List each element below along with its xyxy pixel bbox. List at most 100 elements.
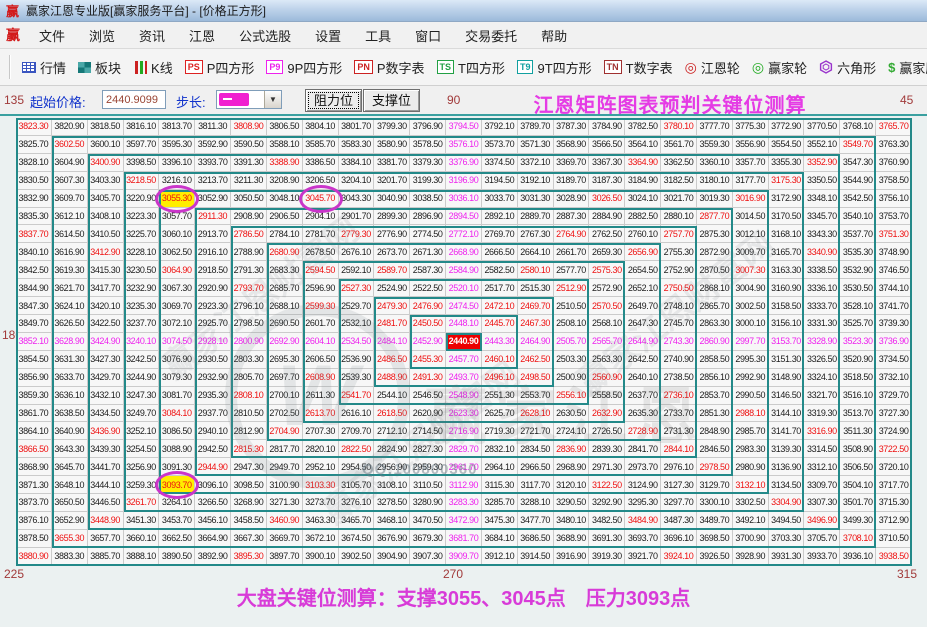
- toolbar-item-板块[interactable]: 板块: [72, 55, 127, 80]
- grid-cell: 2707.30: [302, 422, 339, 441]
- grid-cell: 3144.10: [768, 404, 805, 423]
- grid-cell: 2488.90: [374, 368, 411, 387]
- grid-cell: 2527.30: [338, 279, 375, 298]
- grid-cell: 3628.90: [51, 332, 88, 351]
- grid-cell: 2728.90: [625, 422, 662, 441]
- grid-cell: 3120.10: [553, 476, 590, 495]
- grid-cell: 3808.90: [231, 118, 267, 136]
- grid-cell: 2880.10: [661, 207, 697, 226]
- chevron-down-icon[interactable]: ▼: [264, 91, 281, 108]
- toolbar-item-K线[interactable]: K线: [127, 55, 179, 80]
- toolbar-item-P数字表[interactable]: PN P数字表: [348, 55, 430, 80]
- grid-cell: 3897.70: [266, 547, 303, 566]
- menu-item-浏览[interactable]: 浏览: [77, 23, 127, 48]
- grid-cell: 2546.50: [410, 386, 447, 405]
- grid-cell: 2594.50: [302, 261, 339, 280]
- grid-cell: 2872.90: [696, 243, 733, 262]
- grid-cell: 3391.30: [231, 153, 267, 172]
- grid-cell: 3165.70: [768, 243, 805, 262]
- toolbar-item-P四方形[interactable]: PS P四方形: [179, 55, 261, 80]
- grid-cell: 3199.30: [410, 171, 447, 190]
- grid-cell: 2469.70: [517, 297, 554, 315]
- toolbar-item-赢家轮[interactable]: ◎ 赢家轮: [746, 55, 813, 80]
- grid-cell: 3208.90: [266, 171, 303, 190]
- toolbar-item-label: 江恩轮: [700, 60, 740, 76]
- grid-cell: 3019.30: [696, 189, 733, 208]
- grid-cell: 3357.70: [732, 153, 769, 172]
- menu-item-设置[interactable]: 设置: [303, 23, 353, 48]
- grid-cell: 3792.10: [481, 118, 518, 136]
- grid-cell: 3768.10: [840, 118, 877, 136]
- grid-cell: 3583.30: [338, 135, 375, 154]
- grid-cell: 3196.90: [446, 171, 482, 190]
- start-price-input[interactable]: [102, 90, 166, 109]
- grid-cell: 3446.50: [87, 494, 124, 512]
- menu-item-交易委托[interactable]: 交易委托: [453, 23, 529, 48]
- grid-cell: 3655.30: [51, 529, 88, 548]
- grid-cell: 3751.30: [876, 225, 912, 244]
- title-bar: 赢 赢家江恩专业版[赢家服务平台] - [价格正方形]: [0, 0, 927, 22]
- grid-cell: 2623.30: [446, 404, 482, 423]
- grid-cell: 3607.30: [51, 171, 88, 190]
- grid-cell: 2764.90: [553, 225, 590, 244]
- menu-item-资讯[interactable]: 资讯: [127, 23, 177, 48]
- badge-icon: T9: [516, 60, 534, 74]
- angle-label-135: 135: [4, 93, 25, 107]
- menu-item-公式选股[interactable]: 公式选股: [227, 23, 303, 48]
- grid-cell: 3184.90: [625, 171, 662, 190]
- menu-item-江恩[interactable]: 江恩: [177, 23, 227, 48]
- toolbar-item-T四方形[interactable]: TS T四方形: [431, 55, 511, 80]
- grid-cell: 3888.10: [123, 547, 160, 566]
- grid-cell: 2637.70: [625, 386, 662, 405]
- grid-cell: 2786.50: [231, 225, 267, 244]
- grid-cell: 3283.30: [446, 494, 482, 512]
- grid-cell: 3784.90: [589, 118, 626, 136]
- grid-cell: 2916.10: [195, 243, 232, 262]
- menu-item-文件[interactable]: 文件: [27, 23, 77, 48]
- grid-cell: 3158.50: [768, 297, 805, 315]
- grid-cell: 3295.30: [625, 494, 662, 512]
- grid-cell: 2988.10: [732, 404, 769, 423]
- grid-cell: 2815.30: [231, 440, 267, 459]
- grid-cell: 3096.10: [195, 476, 232, 495]
- support-button[interactable]: 支撑位: [363, 89, 420, 112]
- toolbar-item-9T四方形[interactable]: T9 9T四方形: [511, 55, 598, 80]
- grid-cell: 3852.10: [16, 332, 52, 351]
- menu-item-窗口[interactable]: 窗口: [403, 23, 453, 48]
- grid-cell: 3398.50: [123, 153, 160, 172]
- grid-cell: 3828.10: [16, 153, 52, 172]
- toolbar-item-行情[interactable]: 行情: [16, 55, 72, 80]
- grid-cell: 3508.90: [840, 440, 877, 459]
- grid-cell: 3592.90: [195, 135, 232, 154]
- grid-cell: 2932.90: [195, 368, 232, 387]
- toolbar-item-六角形[interactable]: 六角形: [813, 55, 882, 80]
- resistance-button[interactable]: 阻力位: [305, 89, 362, 112]
- toolbar-item-T数字表[interactable]: TN T数字表: [598, 55, 679, 80]
- grid-cell: 3549.70: [840, 135, 877, 154]
- grid-cell: 2539.30: [338, 368, 375, 387]
- grid-cell: 2745.70: [661, 314, 697, 333]
- grid-cell: 2652.10: [625, 279, 662, 298]
- toolbar-item-9P四方形[interactable]: P9 9P四方形: [260, 55, 348, 80]
- toolbar-item-江恩轮[interactable]: ◎ 江恩轮: [679, 55, 746, 80]
- grid-cell: 2668.90: [446, 243, 482, 262]
- grid-cell: 2920.90: [195, 279, 232, 298]
- grid-cell: 3472.90: [446, 511, 482, 530]
- grid-cell: 3787.30: [553, 118, 590, 136]
- grid-cell: 3895.30: [231, 547, 267, 566]
- grid-cell: 3175.30: [768, 171, 805, 190]
- grid-cell: 3300.10: [696, 494, 733, 512]
- hex-icon: [819, 60, 833, 74]
- step-combobox[interactable]: ▼: [216, 90, 282, 109]
- toolbar-item-赢家服务[interactable]: $赢家服务: [882, 55, 927, 80]
- grid-cell: 3379.30: [410, 153, 447, 172]
- menu-item-帮助[interactable]: 帮助: [529, 23, 579, 48]
- menu-item-工具[interactable]: 工具: [353, 23, 403, 48]
- grid-cell: 2632.90: [589, 404, 626, 423]
- grid-cell: 3244.90: [123, 368, 160, 387]
- toolbar-item-label: T数字表: [625, 60, 673, 76]
- grid-cell: 2944.90: [195, 458, 232, 477]
- grid-cell: 3441.70: [87, 458, 124, 477]
- grid-cell: 2762.50: [589, 225, 626, 244]
- grid-cell: 2805.70: [231, 368, 267, 387]
